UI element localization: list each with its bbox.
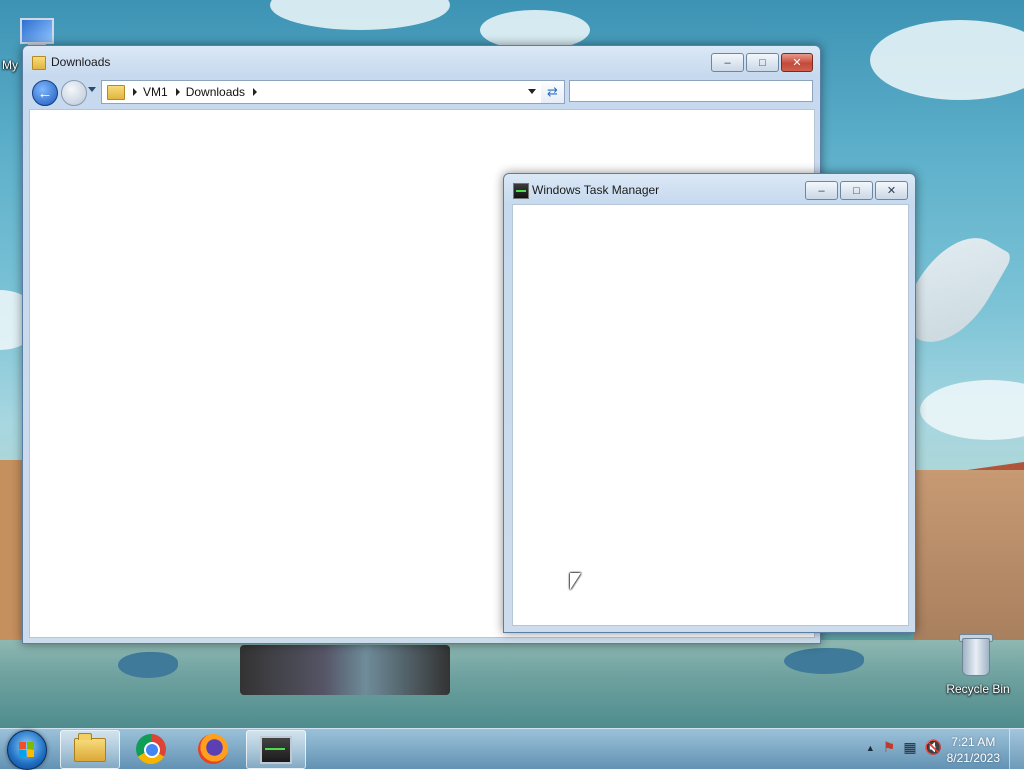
- forward-button[interactable]: [61, 80, 87, 106]
- back-button[interactable]: ←: [32, 80, 58, 106]
- network-icon[interactable]: ▦: [903, 739, 916, 756]
- firefox-icon: [198, 733, 228, 764]
- breadcrumb-downloads[interactable]: Downloads: [186, 85, 245, 99]
- recycle-bin-icon: [956, 632, 994, 678]
- taskbar-task-manager[interactable]: [246, 730, 306, 769]
- crates: [240, 645, 450, 695]
- house: [914, 470, 1024, 650]
- window-title: Windows Task Manager: [532, 183, 660, 197]
- maximize-button[interactable]: □: [840, 181, 873, 200]
- task-manager-icon: [513, 183, 529, 199]
- cloud: [270, 0, 450, 30]
- bird: [784, 648, 864, 674]
- show-hidden-icons-icon[interactable]: ▲: [866, 743, 875, 753]
- cloud: [920, 380, 1024, 440]
- chrome-icon: [136, 733, 166, 764]
- cloud: [480, 10, 590, 50]
- task-manager-window[interactable]: Windows Task Manager – □ ✕: [503, 173, 916, 633]
- breadcrumb-arrow-icon[interactable]: [175, 88, 180, 96]
- desktop-icon-label: Recycle Bin: [946, 682, 1010, 696]
- desktop-icon-recycle-bin[interactable]: Recycle Bin: [940, 630, 1016, 700]
- address-dropdown-icon[interactable]: [528, 89, 536, 94]
- start-button[interactable]: [7, 730, 47, 770]
- desktop-icon-label: My: [2, 58, 18, 72]
- breadcrumb-arrow-icon[interactable]: [133, 88, 137, 96]
- volume-muted-icon[interactable]: 🔇: [925, 739, 942, 756]
- recent-pages-dropdown-icon[interactable]: [88, 87, 96, 92]
- bird: [118, 652, 178, 678]
- minimize-button[interactable]: –: [711, 53, 744, 72]
- caption-buttons: – □ ✕: [803, 181, 908, 200]
- taskbar-firefox[interactable]: [184, 730, 242, 767]
- minimize-button[interactable]: –: [805, 181, 838, 200]
- maximize-button[interactable]: □: [746, 53, 779, 72]
- task-manager-icon: [260, 735, 292, 764]
- action-center-icon[interactable]: ⚑: [883, 739, 896, 756]
- system-tray: ▲ ⚑ ▦ 🔇: [866, 739, 942, 756]
- close-button[interactable]: ✕: [875, 181, 908, 200]
- folder-icon: [32, 56, 46, 70]
- task-manager-content[interactable]: [512, 204, 909, 626]
- taskbar: ▲ ⚑ ▦ 🔇 7:21 AM 8/21/2023: [0, 728, 1024, 770]
- explorer-icon: [74, 732, 106, 762]
- breadcrumb-arrow-icon[interactable]: [253, 88, 258, 96]
- taskbar-explorer[interactable]: [60, 730, 120, 769]
- house: [0, 460, 22, 660]
- breadcrumb-vm1[interactable]: VM1: [143, 85, 168, 99]
- windows-logo-icon: [19, 742, 35, 758]
- taskbar-chrome[interactable]: [122, 730, 180, 767]
- window-title: Downloads: [51, 55, 111, 69]
- close-button[interactable]: ✕: [781, 53, 813, 72]
- caption-buttons: – □ ✕: [709, 53, 813, 72]
- show-desktop-button[interactable]: [1009, 729, 1024, 769]
- cloud: [870, 20, 1024, 100]
- search-input[interactable]: [569, 80, 813, 102]
- mouse-cursor-icon: [570, 573, 581, 590]
- folder-icon: [107, 84, 125, 100]
- clock-time: 7:21 AM: [951, 735, 996, 749]
- clock[interactable]: 7:21 AM 8/21/2023: [947, 734, 1000, 766]
- refresh-button[interactable]: ⇄: [541, 80, 565, 104]
- clock-date: 8/21/2023: [946, 751, 1000, 765]
- address-bar[interactable]: VM1 Downloads: [101, 80, 543, 104]
